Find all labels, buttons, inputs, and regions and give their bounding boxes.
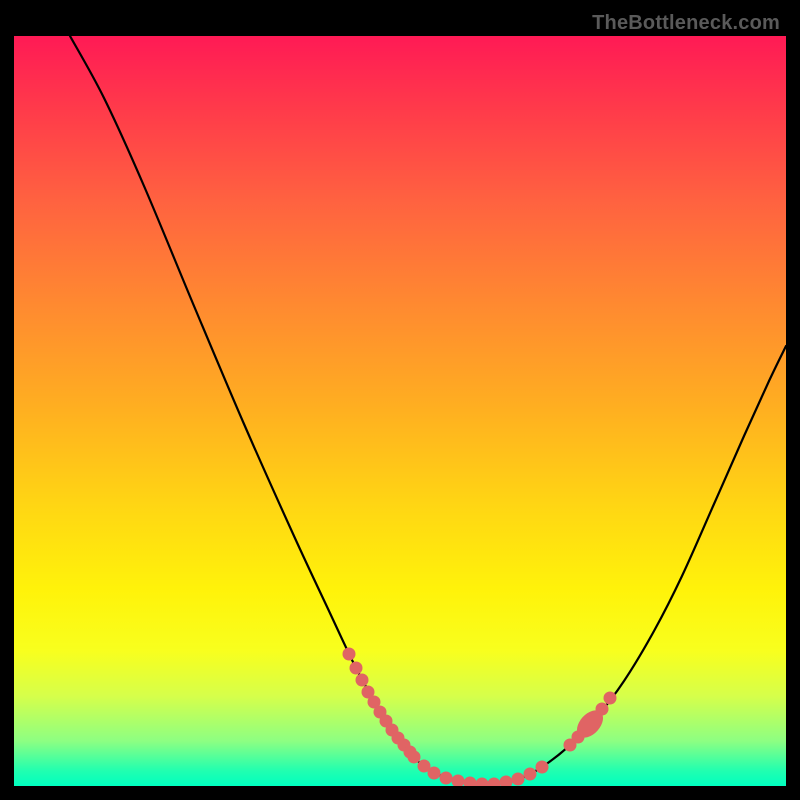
chart-frame: TheBottleneck.com: [14, 14, 786, 786]
watermark-text: TheBottleneck.com: [592, 12, 780, 35]
marker-dot: [476, 778, 489, 787]
marker-dot: [536, 761, 549, 774]
marker-cluster-left: [343, 648, 417, 759]
bottleneck-curve: [70, 36, 786, 785]
marker-dot: [488, 778, 501, 787]
marker-dot: [428, 767, 441, 780]
marker-dot: [464, 777, 477, 787]
chart-overlay: [14, 36, 786, 786]
marker-dot: [440, 772, 453, 785]
marker-dot: [452, 775, 465, 787]
marker-dot: [604, 692, 617, 705]
marker-dot: [500, 776, 513, 787]
plot-area: [14, 36, 786, 786]
marker-dot: [512, 773, 525, 786]
marker-dot: [524, 768, 537, 781]
marker-dot: [343, 648, 356, 661]
marker-dot: [350, 662, 363, 675]
marker-dot: [356, 674, 369, 687]
marker-cluster-bottom: [408, 751, 549, 787]
marker-dot: [408, 751, 421, 764]
